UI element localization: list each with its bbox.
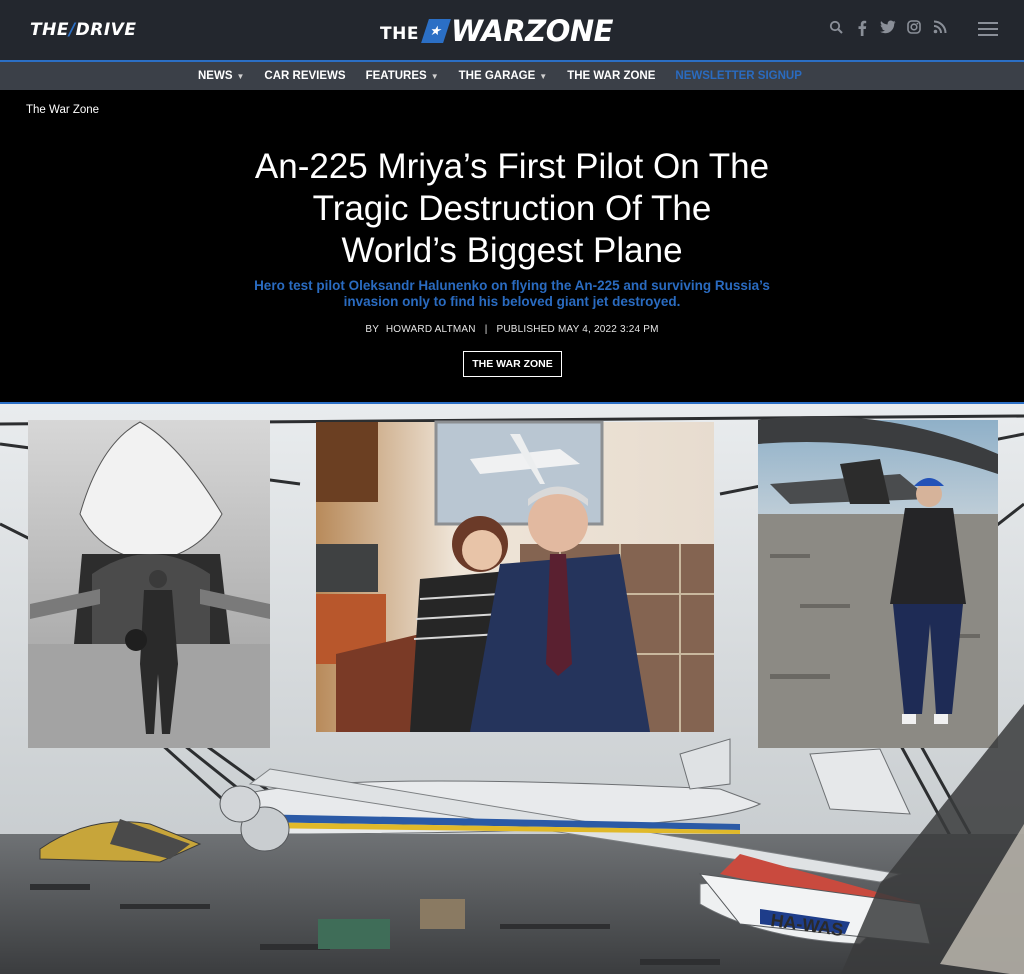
publish-date: PUBLISHED MAY 4, 2022 3:24 PM	[496, 324, 659, 335]
chevron-down-icon: ▼	[539, 72, 548, 81]
nav-item-features[interactable]: FEATURES ▼	[366, 70, 439, 82]
nav-item-label: FEATURES	[365, 70, 427, 82]
title-line-3: World’s Biggest Plane	[341, 231, 683, 270]
byline-divider: |	[484, 324, 488, 335]
photo-pilot-at-wreck	[758, 416, 998, 748]
section-tag-button[interactable]: THE WAR ZONE	[463, 351, 562, 377]
nav-item-label: CAR REVIEWS	[264, 70, 346, 82]
nav-item-label: THE GARAGE	[458, 70, 536, 82]
nav-item-label: THE WAR ZONE	[567, 70, 656, 82]
search-icon[interactable]	[828, 20, 844, 38]
instagram-icon[interactable]	[906, 20, 922, 38]
nav-item-the-war-zone[interactable]: THE WAR ZONE	[567, 70, 655, 82]
photo-pilot-and-wife	[316, 420, 714, 732]
photo-pilot-archive	[28, 420, 270, 748]
nav-items: NEWS ▼ CAR REVIEWS FEATURES ▼ THE GARAGE ▼ THE …	[198, 62, 822, 90]
breadcrumb[interactable]: The War Zone	[26, 104, 99, 116]
the-war-zone-logo[interactable]: THE ★ WARZONE	[380, 14, 613, 46]
nav-item-car-reviews[interactable]: CAR REVIEWS	[264, 70, 345, 82]
drive-logo-slash: /	[68, 20, 76, 40]
article-header: The War Zone An-225 Mriya’s First Pilot …	[0, 90, 1024, 402]
site-header: THE/DRIVE THE ★ WARZONE	[0, 0, 1024, 60]
article-dek: Hero test pilot Oleksandr Halunenko on f…	[232, 278, 792, 310]
hero-image: HA-WAS	[0, 402, 1024, 974]
byline: BY HOWARD ALTMAN | PUBLISHED MAY 4, 2022…	[262, 324, 762, 335]
nav-item-newsletter-signup[interactable]: NEWSLETTER SIGNUP	[675, 70, 802, 82]
title-line-1: An-225 Mriya’s First Pilot On The	[254, 147, 770, 186]
social-links	[828, 20, 948, 38]
nav-item-label: NEWSLETTER SIGNUP	[675, 70, 802, 82]
dek-line-1: Hero test pilot Oleksandr Halunenko on f…	[254, 278, 770, 293]
the-drive-logo[interactable]: THE/DRIVE	[30, 20, 136, 40]
chevron-down-icon: ▼	[236, 72, 245, 81]
facebook-icon[interactable]	[854, 20, 870, 38]
main-nav: NEWS ▼ CAR REVIEWS FEATURES ▼ THE GARAGE ▼ THE …	[0, 60, 1024, 90]
dek-line-2: invasion only to find his beloved giant …	[343, 294, 681, 309]
star-flag-icon: ★	[421, 19, 451, 43]
warzone-logo-prefix: THE	[380, 24, 419, 44]
author-link[interactable]: HOWARD ALTMAN	[386, 324, 476, 335]
by-label: BY	[365, 324, 379, 335]
nav-item-label: NEWS	[198, 70, 233, 82]
chevron-down-icon: ▼	[430, 72, 439, 81]
article-title: An-225 Mriya’s First Pilot On The Tragic…	[212, 146, 812, 272]
title-line-2: Tragic Destruction Of The	[312, 189, 712, 228]
rss-icon[interactable]	[932, 20, 948, 38]
warzone-logo-name: WARZONE	[450, 14, 614, 48]
drive-logo-name: DRIVE	[75, 20, 137, 40]
nav-item-the-garage[interactable]: THE GARAGE ▼	[459, 70, 548, 82]
drive-logo-prefix: THE	[30, 20, 69, 40]
menu-icon[interactable]	[978, 22, 998, 36]
twitter-icon[interactable]	[880, 20, 896, 38]
nav-item-news[interactable]: NEWS ▼	[198, 70, 244, 82]
